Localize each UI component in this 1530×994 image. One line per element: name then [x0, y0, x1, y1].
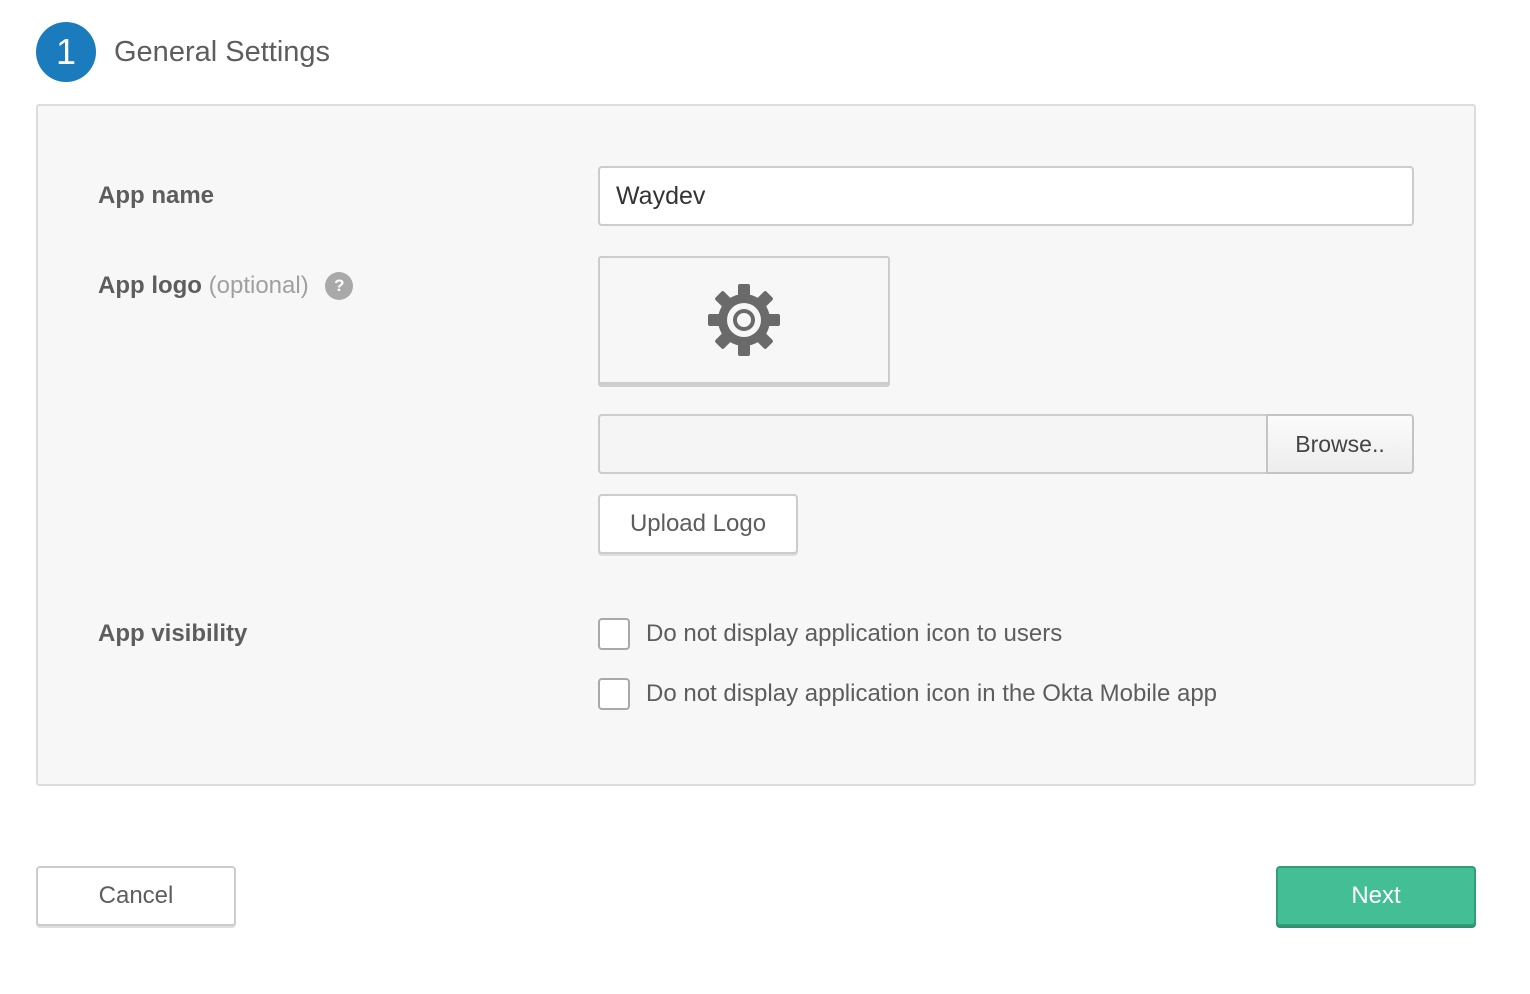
hide-from-users-label[interactable]: Do not display application icon to users	[646, 620, 1062, 648]
app-logo-label: App logo (optional) ?	[98, 272, 354, 300]
hide-from-users-checkbox[interactable]	[598, 618, 630, 650]
app-name-input[interactable]	[598, 166, 1414, 226]
help-icon[interactable]: ?	[325, 272, 354, 300]
upload-logo-button[interactable]: Upload Logo	[598, 494, 798, 554]
cancel-button[interactable]: Cancel	[36, 866, 236, 926]
app-logo-label-text: App logo	[98, 272, 202, 299]
general-settings-panel: App name App logo (optional) ? B	[36, 104, 1476, 786]
gear-icon	[708, 284, 780, 356]
optional-hint: (optional)	[208, 272, 309, 299]
hide-in-mobile-checkbox[interactable]	[598, 678, 630, 710]
logo-file-field[interactable]	[598, 414, 1266, 474]
browse-button[interactable]: Browse..	[1266, 414, 1414, 474]
hide-in-mobile-label[interactable]: Do not display application icon in the O…	[646, 680, 1217, 708]
step-number-badge: 1	[36, 22, 96, 82]
step-title: General Settings	[114, 35, 331, 68]
logo-file-picker: Browse..	[598, 414, 1414, 474]
next-button[interactable]: Next	[1276, 866, 1476, 926]
app-name-label: App name	[98, 182, 215, 209]
visibility-option-hide-mobile[interactable]: Do not display application icon in the O…	[598, 678, 1217, 710]
visibility-option-hide-users[interactable]: Do not display application icon to users	[598, 618, 1062, 650]
app-visibility-label: App visibility	[98, 620, 248, 647]
logo-preview	[598, 256, 890, 384]
step-header: 1 General Settings	[36, 22, 330, 82]
